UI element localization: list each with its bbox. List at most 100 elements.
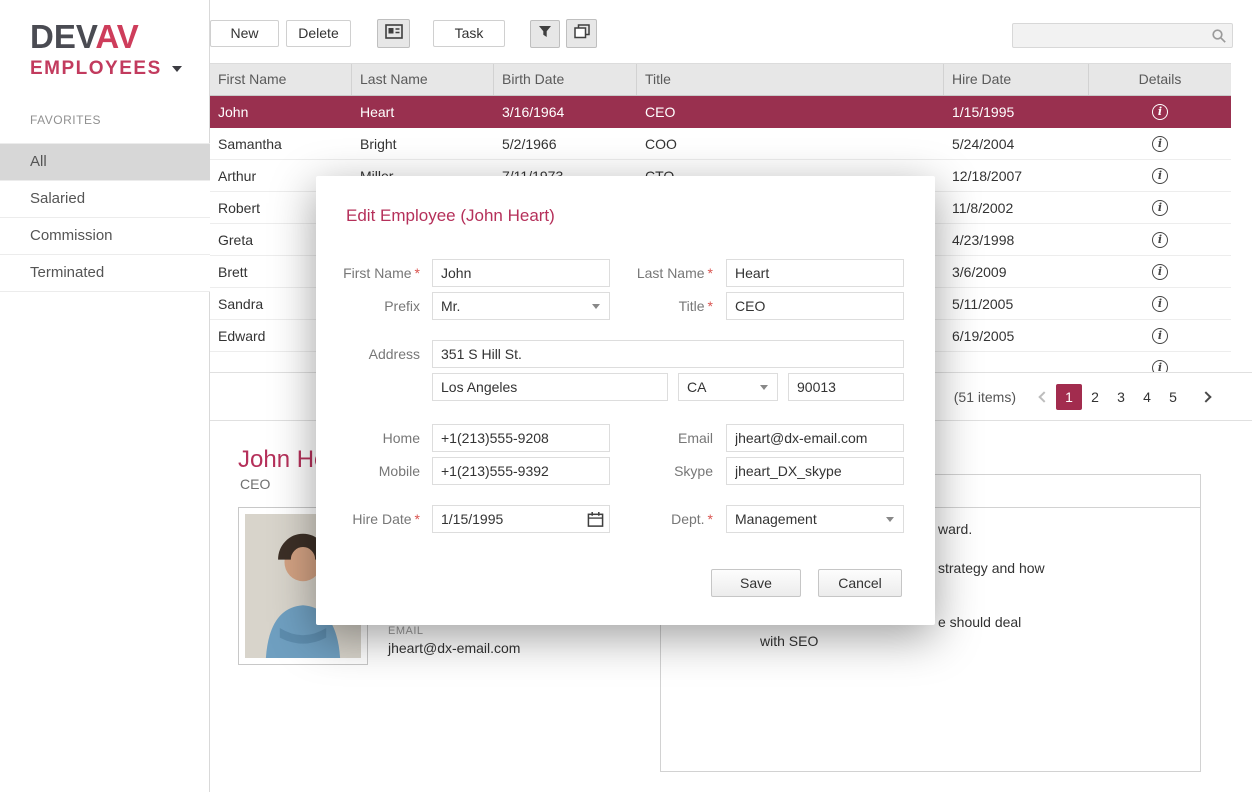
address-label: Address — [316, 340, 420, 368]
email-input[interactable] — [726, 424, 904, 452]
prefix-label: Prefix — [316, 292, 420, 320]
page-button-4[interactable]: 4 — [1134, 384, 1160, 410]
info-icon[interactable] — [1152, 264, 1168, 280]
sidebar-item-terminated[interactable]: Terminated — [0, 255, 210, 292]
task-button[interactable]: Task — [433, 20, 505, 47]
info-icon[interactable] — [1152, 104, 1168, 120]
cell-birth-date: 3/16/1964 — [494, 96, 637, 127]
info-icon[interactable] — [1152, 232, 1168, 248]
cell-details — [1089, 256, 1231, 287]
sidebar-item-commission[interactable]: Commission — [0, 218, 210, 255]
info-icon[interactable] — [1152, 328, 1168, 344]
brand-dev: DEV — [30, 18, 95, 55]
save-button[interactable]: Save — [711, 569, 801, 597]
cell-details — [1089, 96, 1231, 127]
table-row-samantha-bright[interactable]: Samantha Bright 5/2/1966 COO 5/24/2004 — [210, 128, 1231, 160]
cell-last-name: Bright — [352, 128, 494, 159]
zipcode-input[interactable] — [788, 373, 904, 401]
first-name-input[interactable] — [432, 259, 610, 287]
cell-details — [1089, 352, 1231, 372]
cell-details — [1089, 160, 1231, 191]
sidebar-item-salaried[interactable]: Salaried — [0, 181, 210, 218]
column-header-birth-date[interactable]: Birth Date — [494, 64, 637, 95]
new-button[interactable]: New — [210, 20, 279, 47]
cell-details — [1089, 224, 1231, 255]
calendar-icon — [587, 511, 604, 528]
column-header-details[interactable]: Details — [1089, 64, 1231, 95]
column-header-last-name[interactable]: Last Name — [352, 64, 494, 95]
prefix-select[interactable]: Mr. — [432, 292, 610, 320]
title-input[interactable] — [726, 292, 904, 320]
cell-details — [1089, 288, 1231, 319]
cell-details — [1089, 128, 1231, 159]
skype-input[interactable] — [726, 457, 904, 485]
page-button-3[interactable]: 3 — [1108, 384, 1134, 410]
search-box — [1012, 23, 1233, 48]
home-phone-input[interactable] — [432, 424, 610, 452]
chevron-down-icon — [886, 517, 894, 522]
dept-select[interactable]: Management — [726, 505, 904, 533]
search-icon — [1211, 28, 1227, 44]
edit-employee-dialog: Edit Employee (John Heart) First Name* L… — [316, 176, 935, 625]
filter-icon — [538, 25, 552, 43]
next-page-button[interactable] — [1194, 384, 1218, 410]
calendar-button[interactable] — [583, 508, 607, 530]
page-button-2[interactable]: 2 — [1082, 384, 1108, 410]
cell-birth-date: 5/2/1966 — [494, 128, 637, 159]
page-button-5[interactable]: 5 — [1160, 384, 1186, 410]
prev-page-button[interactable] — [1032, 384, 1056, 410]
task-text-fragment: e should deal — [938, 614, 1021, 630]
brand-menu-caret-icon[interactable] — [172, 66, 182, 72]
cell-first-name: John — [210, 96, 352, 127]
column-header-title[interactable]: Title — [637, 64, 944, 95]
email-value: jheart@dx-email.com — [388, 640, 520, 656]
home-phone-label: Home — [316, 424, 420, 452]
state-select[interactable]: CA — [678, 373, 778, 401]
brand-wordmark: DEVAV — [30, 18, 182, 56]
sidebar: DEVAV EMPLOYEES FAVORITES All Salaried C… — [0, 0, 210, 792]
contact-card-icon — [385, 24, 403, 44]
layout-panels-button[interactable] — [566, 19, 597, 48]
chevron-down-icon — [592, 304, 600, 309]
task-text-fragment: ward. — [938, 521, 972, 537]
cell-details — [1089, 192, 1231, 223]
cell-hire-date — [944, 352, 1089, 372]
cell-hire-date: 5/24/2004 — [944, 128, 1089, 159]
info-icon[interactable] — [1152, 200, 1168, 216]
cell-last-name: Heart — [352, 96, 494, 127]
page-button-1[interactable]: 1 — [1056, 384, 1082, 410]
favorites-label: FAVORITES — [30, 113, 101, 127]
email-label: EMAIL — [388, 625, 424, 637]
city-input[interactable] — [432, 373, 668, 401]
cell-hire-date: 5/11/2005 — [944, 288, 1089, 319]
skype-label: Skype — [616, 457, 713, 485]
dept-label: Dept.* — [616, 505, 713, 533]
filter-button[interactable] — [530, 20, 560, 48]
title-label: Title* — [616, 292, 713, 320]
sidebar-item-all[interactable]: All — [0, 144, 210, 181]
layout-panels-icon — [574, 24, 590, 44]
delete-button[interactable]: Delete — [286, 20, 351, 47]
required-mark: * — [708, 265, 713, 281]
info-icon[interactable] — [1152, 136, 1168, 152]
info-icon[interactable] — [1152, 168, 1168, 184]
column-header-first-name[interactable]: First Name — [210, 64, 352, 95]
items-count: (51 items) — [954, 389, 1016, 405]
cell-hire-date: 1/15/1995 — [944, 96, 1089, 127]
cell-hire-date: 6/19/2005 — [944, 320, 1089, 351]
address-input[interactable] — [432, 340, 904, 368]
last-name-input[interactable] — [726, 259, 904, 287]
sidebar-menu: All Salaried Commission Terminated — [0, 143, 210, 292]
cell-first-name: Samantha — [210, 128, 352, 159]
brand-logo: DEVAV EMPLOYEES — [30, 18, 182, 80]
info-icon[interactable] — [1152, 360, 1168, 373]
search-input[interactable] — [1013, 24, 1211, 47]
info-icon[interactable] — [1152, 296, 1168, 312]
contact-card-button[interactable] — [377, 19, 410, 48]
email-label: Email — [616, 424, 713, 452]
chevron-right-icon — [1200, 391, 1211, 402]
table-row-john-heart[interactable]: John Heart 3/16/1964 CEO 1/15/1995 — [210, 96, 1231, 128]
mobile-phone-input[interactable] — [432, 457, 610, 485]
cancel-button[interactable]: Cancel — [818, 569, 902, 597]
column-header-hire-date[interactable]: Hire Date — [944, 64, 1089, 95]
